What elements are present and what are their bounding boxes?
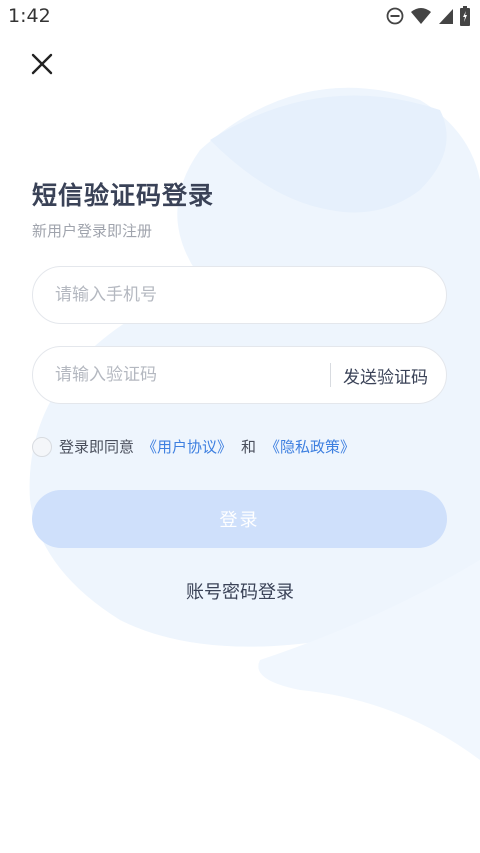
battery-charging-icon	[460, 6, 470, 26]
privacy-policy-link[interactable]: 《隐私政策》	[265, 436, 355, 457]
password-login-link[interactable]: 账号密码登录	[0, 578, 480, 604]
user-agreement-link[interactable]: 《用户协议》	[142, 436, 232, 457]
phone-input-container	[32, 266, 447, 324]
agreement-prefix: 登录即同意	[59, 438, 135, 456]
background-decoration	[29, 87, 480, 760]
close-button[interactable]	[26, 48, 58, 80]
input-divider	[330, 363, 331, 387]
phone-input[interactable]	[55, 285, 424, 305]
page-subtitle: 新用户登录即注册	[32, 222, 153, 240]
code-input-container: 发送验证码	[32, 346, 447, 404]
status-time: 1:42	[8, 5, 51, 27]
status-bar: 1:42	[0, 0, 480, 32]
do-not-disturb-icon	[386, 7, 404, 25]
wifi-icon	[411, 8, 431, 24]
agreement-checkbox[interactable]	[32, 436, 52, 457]
close-icon	[31, 53, 53, 75]
login-button[interactable]: 登录	[32, 490, 447, 548]
page-title: 短信验证码登录	[32, 181, 215, 210]
signal-icon	[439, 9, 453, 24]
status-icons	[386, 6, 470, 26]
agreement-row: 登录即同意 《用户协议》 和 《隐私政策》	[32, 436, 355, 457]
verification-code-input[interactable]	[55, 365, 322, 385]
agreement-conjunction: 和	[241, 438, 257, 456]
send-code-button[interactable]: 发送验证码	[343, 363, 428, 388]
